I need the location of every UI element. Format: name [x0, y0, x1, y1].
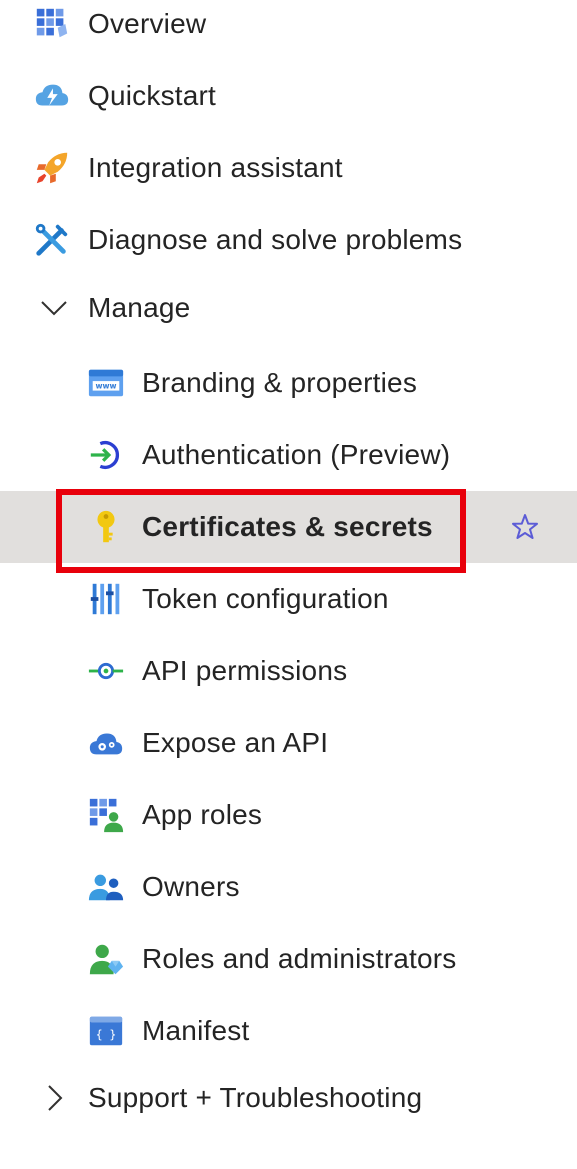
nav-item-integration-assistant-label: Integration assistant [88, 152, 343, 183]
key-icon [86, 507, 126, 547]
manifest-icon: { } [86, 1011, 126, 1051]
nav-item-token-configuration-label: Token configuration [142, 583, 389, 614]
nav-item-manifest[interactable]: { } Manifest [0, 995, 577, 1067]
svg-text:{ }: { } [96, 1028, 117, 1042]
owners-icon [86, 867, 126, 907]
nav-item-diagnose-label: Diagnose and solve problems [88, 224, 463, 255]
nav-item-integration-assistant[interactable]: Integration assistant [0, 132, 577, 204]
nav-item-expose-api[interactable]: Expose an API [0, 707, 577, 779]
www-browser-icon: www [86, 363, 126, 403]
chevron-down-icon [38, 292, 70, 324]
rocket-icon [32, 148, 72, 188]
nav-item-owners[interactable]: Owners [0, 851, 577, 923]
chevron-right-icon [38, 1082, 70, 1114]
roles-admin-icon [86, 939, 126, 979]
nav-item-diagnose[interactable]: Diagnose and solve problems [0, 204, 577, 276]
nav-item-certificates-secrets[interactable]: Certificates & secrets [0, 491, 577, 563]
nav-item-quickstart-label: Quickstart [88, 80, 217, 111]
nav-item-token-configuration[interactable]: Token configuration [0, 563, 577, 635]
nav-item-authentication[interactable]: Authentication (Preview) [0, 419, 577, 491]
nav-item-api-permissions-label: API permissions [142, 655, 348, 686]
nav-item-app-roles[interactable]: App roles [0, 779, 577, 851]
nav-item-overview-label: Overview [88, 8, 207, 39]
nav-item-certificates-secrets-label: Certificates & secrets [142, 511, 433, 542]
nav-item-expose-api-label: Expose an API [142, 727, 329, 758]
nav-item-owners-label: Owners [142, 871, 240, 902]
nav-item-branding[interactable]: www Branding & properties [0, 347, 577, 419]
navigation-menu: Overview Quickstart Integration assistan… [0, 0, 577, 1169]
wrench-screwdriver-icon [32, 220, 72, 260]
authentication-icon [86, 435, 126, 475]
nav-item-authentication-label: Authentication (Preview) [142, 439, 451, 470]
nav-item-overview[interactable]: Overview [0, 0, 577, 60]
nav-item-app-roles-label: App roles [142, 799, 263, 830]
svg-text:www: www [95, 382, 116, 391]
nav-group-support-troubleshooting-label: Support + Troubleshooting [88, 1082, 423, 1113]
nav-item-roles-administrators-label: Roles and administrators [142, 943, 457, 974]
nav-item-quickstart[interactable]: Quickstart [0, 60, 577, 132]
nav-item-api-permissions[interactable]: API permissions [0, 635, 577, 707]
nav-group-manage-label: Manage [88, 292, 191, 323]
nav-group-manage[interactable]: Manage [0, 272, 577, 344]
quickstart-cloud-icon [32, 76, 72, 116]
nav-item-manifest-label: Manifest [142, 1015, 250, 1046]
cloud-gear-icon [86, 723, 126, 763]
nav-item-roles-administrators[interactable]: Roles and administrators [0, 923, 577, 995]
app-roles-icon [86, 795, 126, 835]
token-bars-icon [86, 579, 126, 619]
favorite-star-icon[interactable] [511, 513, 539, 541]
nav-item-branding-label: Branding & properties [142, 367, 418, 398]
nav-group-support-troubleshooting[interactable]: Support + Troubleshooting [0, 1062, 577, 1134]
overview-grid-icon [32, 4, 72, 44]
api-permissions-icon [86, 651, 126, 691]
